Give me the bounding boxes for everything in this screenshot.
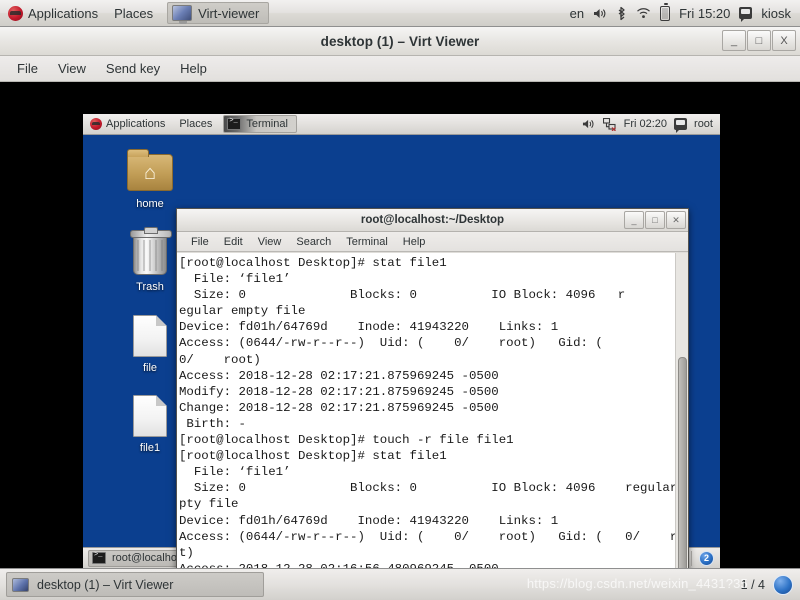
virt-viewer-menubar: File View Send key Help (0, 56, 800, 82)
chat-icon[interactable] (739, 7, 753, 22)
guest-applications-menu[interactable]: Applications (83, 114, 172, 135)
network-disconnected-icon[interactable] (602, 117, 617, 131)
terminal-titlebar[interactable]: root@localhost:~/Desktop _ □ ✕ (177, 209, 688, 232)
guest-places-menu[interactable]: Places (172, 114, 219, 135)
divider (691, 550, 692, 566)
host-status-area: en Fri 15:20 kiosk (570, 2, 800, 22)
guest-task-label: Terminal (246, 118, 288, 130)
menu-view[interactable]: View (49, 58, 95, 79)
terminal-scrollbar[interactable] (675, 253, 688, 600)
chat-icon[interactable] (674, 118, 688, 133)
terminal-window-controls: _ □ ✕ (624, 211, 686, 229)
terminal-menu-view[interactable]: View (251, 234, 289, 250)
guest-clock[interactable]: Fri 02:20 (624, 118, 667, 130)
guest-window-task-terminal[interactable]: Terminal (223, 115, 297, 133)
terminal-menu-edit[interactable]: Edit (217, 234, 250, 250)
terminal-menu-search[interactable]: Search (289, 234, 338, 250)
guest-user-label[interactable]: root (694, 118, 713, 130)
wifi-icon[interactable] (636, 7, 651, 19)
terminal-output[interactable]: [root@localhost Desktop]# stat file1 Fil… (177, 253, 675, 600)
terminal-body[interactable]: [root@localhost Desktop]# stat file1 Fil… (177, 253, 688, 600)
host-bottom-panel: desktop (1) – Virt Viewer 1 / 4 (0, 568, 800, 600)
virt-viewer-guest-canvas[interactable]: Applications Places Terminal (0, 83, 800, 600)
terminal-icon (92, 551, 106, 564)
host-applications-menu[interactable]: Applications (0, 0, 106, 27)
terminal-menu-file[interactable]: File (184, 234, 216, 250)
menu-help[interactable]: Help (171, 58, 216, 79)
screen: Applications Places Virt-viewer en Fri 1… (0, 0, 800, 600)
host-places-menu[interactable]: Places (106, 0, 161, 27)
terminal-icon (227, 117, 242, 130)
guest-applications-label: Applications (106, 118, 166, 130)
terminal-title: root@localhost:~/Desktop (360, 214, 505, 226)
desktop-icon-trash[interactable]: Trash (115, 230, 185, 294)
bluetooth-icon[interactable] (616, 6, 627, 21)
terminal-menu-terminal[interactable]: Terminal (339, 234, 395, 250)
virt-viewer-window-controls: _ □ X (722, 30, 796, 51)
maximize-button[interactable]: □ (645, 211, 665, 229)
host-workspace-area: 1 / 4 (741, 574, 800, 595)
desktop-icon-label: file1 (139, 442, 161, 454)
monitor-icon (12, 577, 29, 592)
host-user-label[interactable]: kiosk (761, 6, 791, 21)
host-places-label: Places (114, 5, 154, 21)
fedora-icon (90, 118, 102, 130)
file-icon (115, 392, 185, 440)
maximize-button[interactable]: □ (747, 30, 771, 51)
guest-top-panel: Applications Places Terminal (83, 114, 720, 135)
desktop-icon-label: Trash (136, 281, 164, 293)
host-notification-badge[interactable] (773, 574, 793, 595)
desktop-icon-home[interactable]: ⌂ home (115, 148, 185, 211)
volume-icon[interactable] (582, 118, 596, 131)
trash-icon (115, 230, 185, 279)
desktop-icon-label: file (142, 362, 158, 374)
minimize-button[interactable]: _ (624, 211, 644, 229)
keyboard-layout-indicator[interactable]: en (570, 6, 584, 21)
close-button[interactable]: X (772, 30, 796, 51)
virt-viewer-window: desktop (1) – Virt Viewer _ □ X File Vie… (0, 27, 800, 600)
folder-home-icon: ⌂ (115, 148, 185, 196)
host-clock[interactable]: Fri 15:20 (679, 6, 730, 21)
file-icon (115, 312, 185, 360)
terminal-menu-help[interactable]: Help (396, 234, 433, 250)
virt-viewer-title: desktop (1) – Virt Viewer (320, 33, 480, 49)
host-workspace-indicator[interactable]: 1 / 4 (741, 578, 765, 592)
terminal-window[interactable]: root@localhost:~/Desktop _ □ ✕ File Edit… (176, 208, 689, 600)
guest-places-label: Places (179, 118, 213, 130)
battery-icon[interactable] (660, 2, 671, 21)
terminal-menubar: File Edit View Search Terminal Help (177, 232, 688, 252)
menu-send-key[interactable]: Send key (97, 58, 169, 79)
host-taskbar-label: desktop (1) – Virt Viewer (37, 577, 174, 592)
menu-file[interactable]: File (8, 58, 47, 79)
desktop-icon-file[interactable]: file (115, 312, 185, 375)
terminal-output-text: [root@localhost Desktop]# stat file1 Fil… (179, 256, 675, 600)
guest-status-area: Fri 02:20 root (582, 117, 720, 133)
terminal-scrollbar-thumb[interactable] (678, 357, 687, 600)
desktop-icon-file1[interactable]: file1 (115, 392, 185, 455)
host-window-task-virt-viewer[interactable]: Virt-viewer (167, 2, 270, 24)
close-button[interactable]: ✕ (666, 211, 686, 229)
host-top-panel: Applications Places Virt-viewer en Fri 1… (0, 0, 800, 27)
fedora-icon (8, 5, 23, 21)
host-task-label: Virt-viewer (198, 5, 260, 21)
volume-icon[interactable] (593, 7, 607, 20)
host-taskbar-item-virt-viewer[interactable]: desktop (1) – Virt Viewer (6, 572, 264, 597)
host-applications-label: Applications (28, 5, 99, 21)
minimize-button[interactable]: _ (722, 30, 746, 51)
virt-viewer-titlebar[interactable]: desktop (1) – Virt Viewer _ □ X (0, 27, 800, 56)
monitor-icon (172, 5, 193, 24)
guest-notification-badge[interactable]: 2 (699, 550, 714, 566)
desktop-icon-label: home (136, 198, 164, 210)
